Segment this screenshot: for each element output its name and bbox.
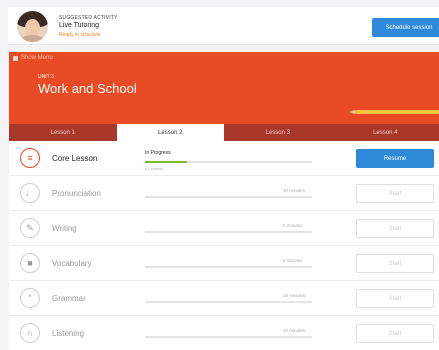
start-button[interactable]: Start — [356, 254, 434, 273]
activity-duration: 10 minutes — [283, 328, 306, 333]
menu-icon — [13, 55, 18, 61]
start-button[interactable]: Start — [356, 184, 434, 203]
activity-row: ≡ Core Lesson In Progress 43 correct Resume — [9, 141, 439, 176]
suggested-activity-bar: SUGGESTED ACTIVITY Live Tutoring Ready t… — [8, 7, 439, 45]
activity-progress-fill — [145, 161, 187, 163]
layers-icon: ≡ — [20, 148, 40, 168]
activity-row: ✎ Writing 5 minutes Start — [9, 211, 439, 246]
start-button[interactable]: Start — [356, 324, 434, 343]
activity-row: ∩ Listening 10 minutes Start — [9, 316, 439, 350]
activity-duration: 5 minutes — [283, 258, 303, 263]
tutor-avatar — [17, 11, 48, 42]
schedule-session-button[interactable]: Schedule session — [372, 18, 439, 37]
activity-duration: 10 minutes — [283, 188, 306, 193]
activity-title: Listening — [52, 329, 85, 338]
book-icon: ■ — [20, 253, 40, 273]
page: SUGGESTED ACTIVITY Live Tutoring Ready t… — [0, 0, 439, 350]
resume-button[interactable]: Resume — [356, 149, 434, 168]
start-button[interactable]: Start — [356, 219, 434, 238]
unit-label: UNIT 3 — [38, 74, 54, 80]
tab-lesson-2[interactable]: Lesson 2 — [116, 124, 224, 141]
activity-title: Pronunciation — [52, 189, 101, 198]
show-menu-button[interactable]: Show Menu — [13, 55, 53, 61]
suggested-activity-title: Live Tutoring — [59, 22, 100, 29]
activity-title: Vocabulary — [52, 259, 92, 268]
pencil-icon: ✎ — [20, 218, 40, 238]
activity-progress-bar — [145, 266, 312, 268]
activity-progress-bar — [145, 336, 312, 338]
headphones-icon: ∩ — [20, 323, 40, 343]
suggested-activity-label: SUGGESTED ACTIVITY — [59, 15, 118, 21]
suggested-activity-status: Ready to schedule — [59, 32, 101, 38]
activity-progress-bar — [145, 301, 312, 303]
activity-title: Core Lesson — [52, 154, 98, 163]
activity-title: Writing — [52, 224, 77, 233]
unit-title: Work and School — [38, 81, 137, 96]
quote-icon: “ — [20, 288, 40, 308]
pencil-illustration — [349, 110, 439, 114]
lesson-tabs: Lesson 1 Lesson 2 Lesson 3 Lesson 4 — [9, 124, 439, 141]
activity-row: ♩ Pronunciation 10 minutes Start — [9, 176, 439, 211]
tab-lesson-4[interactable]: Lesson 4 — [332, 124, 439, 141]
tab-lesson-3[interactable]: Lesson 3 — [224, 124, 332, 141]
show-menu-label: Show Menu — [21, 55, 53, 61]
activity-progress-bar — [145, 196, 312, 198]
activity-score: 43 correct — [145, 166, 163, 171]
microphone-icon: ♩ — [20, 183, 40, 203]
tab-lesson-1[interactable]: Lesson 1 — [9, 124, 117, 141]
activity-status: In Progress — [145, 150, 171, 156]
unit-header: Show Menu UNIT 3 Work and School — [9, 52, 439, 124]
activity-row: “ Grammar 10 minutes Start — [9, 281, 439, 316]
activity-progress-bar — [145, 231, 312, 233]
activity-progress-bar — [145, 161, 312, 163]
activity-list: ≡ Core Lesson In Progress 43 correct Resume ♩… — [9, 141, 439, 350]
activity-row: ■ Vocabulary 5 minutes Start — [9, 246, 439, 281]
activity-duration: 10 minutes — [283, 293, 306, 298]
activity-duration: 5 minutes — [283, 223, 303, 228]
activity-title: Grammar — [52, 294, 86, 303]
start-button[interactable]: Start — [356, 289, 434, 308]
